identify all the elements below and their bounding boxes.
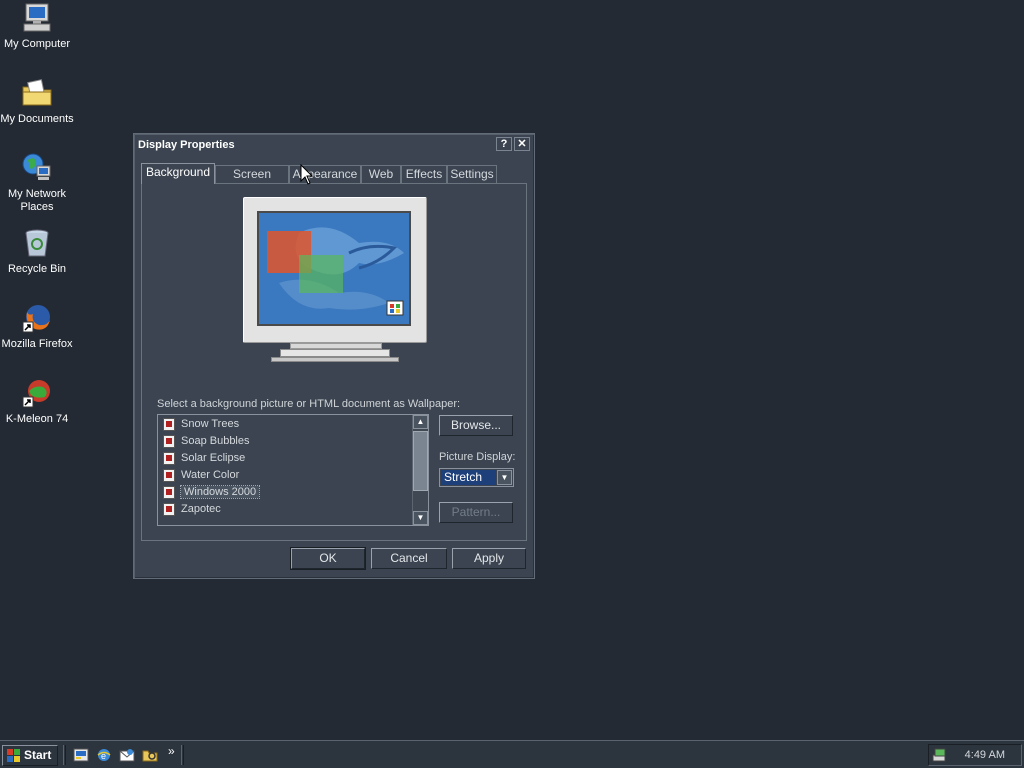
clock[interactable]: 4:49 AM: [965, 749, 1005, 761]
list-item-selected[interactable]: Windows 2000: [161, 484, 263, 501]
taskbar: Start e » 4:49 AM: [0, 740, 1024, 768]
image-file-icon: [163, 486, 175, 499]
svg-text:e: e: [101, 751, 106, 761]
scroll-up-button[interactable]: ▲: [413, 415, 428, 429]
outlook-express-icon[interactable]: [119, 747, 135, 763]
list-scrollbar[interactable]: ▲ ▼: [412, 415, 428, 525]
internet-explorer-icon[interactable]: e: [96, 747, 112, 763]
show-desktop-icon[interactable]: [73, 747, 89, 763]
desktop-icon-network-places[interactable]: My Network Places: [0, 152, 74, 214]
desktop-icon-my-computer[interactable]: My Computer: [0, 2, 74, 51]
my-documents-icon: [21, 77, 53, 109]
title-bar[interactable]: Display Properties ? ✕: [136, 136, 532, 156]
list-item[interactable]: Soap Bubbles: [161, 433, 254, 450]
cancel-button[interactable]: Cancel: [371, 548, 447, 569]
monitor-preview: [243, 197, 427, 343]
system-tray: 4:49 AM: [928, 744, 1022, 766]
tab-appearance[interactable]: Appearance: [289, 165, 361, 183]
tab-settings[interactable]: Settings: [447, 165, 497, 183]
desktop-icon-label: My Network Places: [7, 188, 67, 213]
image-file-icon: [163, 503, 175, 516]
network-connection-icon[interactable]: [932, 747, 948, 763]
list-item[interactable]: Water Color: [161, 467, 243, 484]
quick-launch-chevron[interactable]: »: [168, 744, 175, 758]
background-tab-panel: Select a background picture or HTML docu…: [141, 183, 527, 541]
start-button[interactable]: Start: [2, 745, 58, 766]
desktop-icon-recycle-bin[interactable]: Recycle Bin: [0, 227, 74, 276]
desktop-icon-label: My Computer: [3, 38, 71, 50]
pattern-button[interactable]: Pattern...: [439, 502, 513, 523]
wallpaper-instruction: Select a background picture or HTML docu…: [157, 398, 461, 410]
tab-screen-saver[interactable]: Screen Saver: [215, 165, 289, 198]
list-item[interactable]: Solar Eclipse: [161, 450, 249, 467]
desktop-icon-firefox[interactable]: Mozilla Firefox: [0, 302, 74, 351]
monitor-stand: [280, 349, 390, 357]
network-places-icon: [21, 152, 53, 184]
explorer-icon[interactable]: [142, 747, 158, 763]
ok-button[interactable]: OK: [290, 547, 366, 570]
taskbar-separator: [63, 745, 66, 765]
wallpaper-list[interactable]: Snow Trees Soap Bubbles Solar Eclipse Wa…: [157, 414, 429, 526]
taskbar-separator: [181, 745, 184, 765]
help-button[interactable]: ?: [496, 137, 512, 151]
desktop: My Computer My Documents My Network Plac…: [0, 0, 1024, 740]
scroll-down-button[interactable]: ▼: [413, 511, 428, 525]
desktop-icon-label: Mozilla Firefox: [1, 338, 73, 350]
monitor-base: [271, 357, 399, 362]
windows-flag-icon: [7, 749, 20, 762]
desktop-icon-label: K-Meleon 74: [5, 413, 69, 425]
picture-display-select[interactable]: Stretch ▼: [439, 468, 514, 487]
my-computer-icon: [21, 2, 53, 34]
list-item[interactable]: Snow Trees: [161, 416, 243, 433]
tab-background[interactable]: Background: [141, 163, 215, 184]
start-label: Start: [24, 748, 52, 762]
close-button[interactable]: ✕: [514, 137, 530, 151]
firefox-icon: [21, 302, 53, 334]
wallpaper-preview: [257, 211, 411, 326]
browse-button[interactable]: Browse...: [439, 415, 513, 436]
display-properties-dialog: Display Properties ? ✕ Background Screen…: [133, 133, 535, 579]
desktop-icon-label: My Documents: [0, 113, 74, 125]
image-file-icon: [163, 469, 175, 482]
image-file-icon: [163, 452, 175, 465]
desktop-icon-my-documents[interactable]: My Documents: [0, 77, 74, 126]
scroll-thumb[interactable]: [413, 431, 428, 491]
tab-effects[interactable]: Effects: [401, 165, 447, 183]
desktop-icon-k-meleon[interactable]: K-Meleon 74: [0, 377, 74, 426]
list-item[interactable]: Zapotec: [161, 501, 225, 518]
dialog-title: Display Properties: [138, 139, 235, 151]
tab-web[interactable]: Web: [361, 165, 401, 183]
image-file-icon: [163, 418, 175, 431]
recycle-bin-icon: [21, 227, 53, 259]
apply-button[interactable]: Apply: [452, 548, 526, 569]
chevron-down-icon[interactable]: ▼: [497, 470, 512, 485]
desktop-icon-label: Recycle Bin: [7, 263, 67, 275]
image-file-icon: [163, 435, 175, 448]
k-meleon-icon: [21, 377, 53, 409]
picture-display-value: Stretch: [441, 470, 496, 485]
picture-display-label: Picture Display:: [439, 451, 516, 463]
